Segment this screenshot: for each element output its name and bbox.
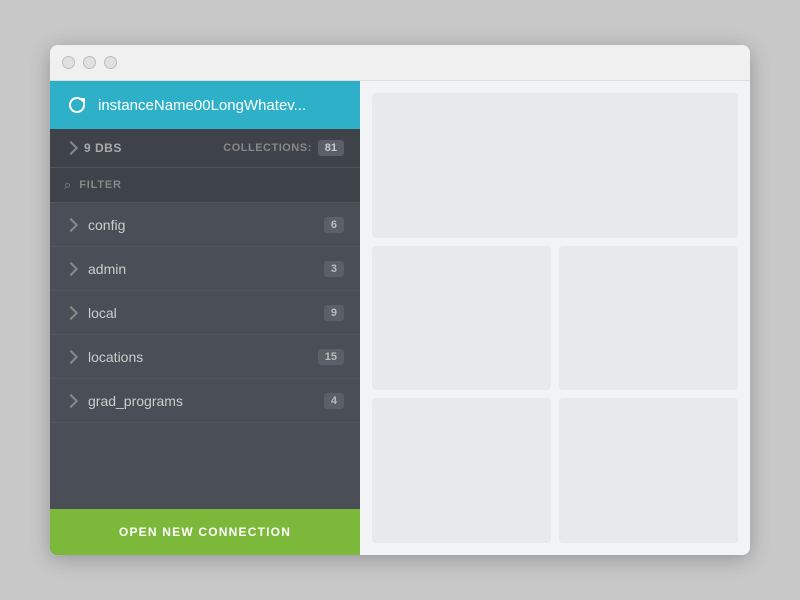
- filter-bar[interactable]: ⌕ FILTER: [50, 167, 360, 203]
- db-count-grad-programs: 4: [324, 393, 344, 409]
- main-content-area: [360, 81, 750, 555]
- maximize-button[interactable]: [104, 56, 117, 69]
- content-card-bot-left: [372, 398, 551, 543]
- content-card-mid-left: [372, 246, 551, 391]
- open-connection-button[interactable]: OPEN NEW CONNECTION: [50, 509, 360, 555]
- db-name-config: config: [88, 217, 324, 233]
- search-icon: ⌕: [64, 177, 71, 193]
- db-item-locations[interactable]: locations 15: [50, 335, 360, 379]
- db-list: config 6 admin 3 local 9 locations 15: [50, 203, 360, 509]
- minimize-button[interactable]: [83, 56, 96, 69]
- db-count-config: 6: [324, 217, 344, 233]
- expand-dbs-icon: [64, 141, 78, 155]
- close-button[interactable]: [62, 56, 75, 69]
- db-summary[interactable]: 9 DBS COLLECTIONS: 81: [50, 129, 360, 167]
- db-name-locations: locations: [88, 349, 318, 365]
- db-item-local[interactable]: local 9: [50, 291, 360, 335]
- collections-count: 81: [318, 140, 344, 156]
- chevron-grad-icon: [64, 393, 78, 407]
- db-name-local: local: [88, 305, 324, 321]
- db-name-grad-programs: grad_programs: [88, 393, 324, 409]
- db-item-admin[interactable]: admin 3: [50, 247, 360, 291]
- chevron-local-icon: [64, 305, 78, 319]
- content-card-mid-right: [559, 246, 738, 391]
- db-count-label: 9 DBS: [84, 141, 122, 155]
- filter-label: FILTER: [79, 179, 121, 191]
- collections-label: COLLECTIONS:: [223, 142, 312, 154]
- titlebar: [50, 45, 750, 81]
- chevron-admin-icon: [64, 261, 78, 275]
- instance-header[interactable]: instanceName00LongWhatev...: [50, 81, 360, 129]
- sidebar: instanceName00LongWhatev... 9 DBS COLLEC…: [50, 81, 360, 555]
- content-card-top: [372, 93, 738, 238]
- main-window: instanceName00LongWhatev... 9 DBS COLLEC…: [50, 45, 750, 555]
- db-count-locations: 15: [318, 349, 344, 365]
- chevron-locations-icon: [64, 349, 78, 363]
- refresh-icon: [66, 94, 88, 116]
- db-count-local: 9: [324, 305, 344, 321]
- content-card-bot-right: [559, 398, 738, 543]
- chevron-config-icon: [64, 217, 78, 231]
- db-name-admin: admin: [88, 261, 324, 277]
- instance-name: instanceName00LongWhatev...: [98, 97, 306, 114]
- window-body: instanceName00LongWhatev... 9 DBS COLLEC…: [50, 81, 750, 555]
- db-count-admin: 3: [324, 261, 344, 277]
- db-item-grad-programs[interactable]: grad_programs 4: [50, 379, 360, 423]
- db-item-config[interactable]: config 6: [50, 203, 360, 247]
- open-connection-label: OPEN NEW CONNECTION: [119, 525, 291, 539]
